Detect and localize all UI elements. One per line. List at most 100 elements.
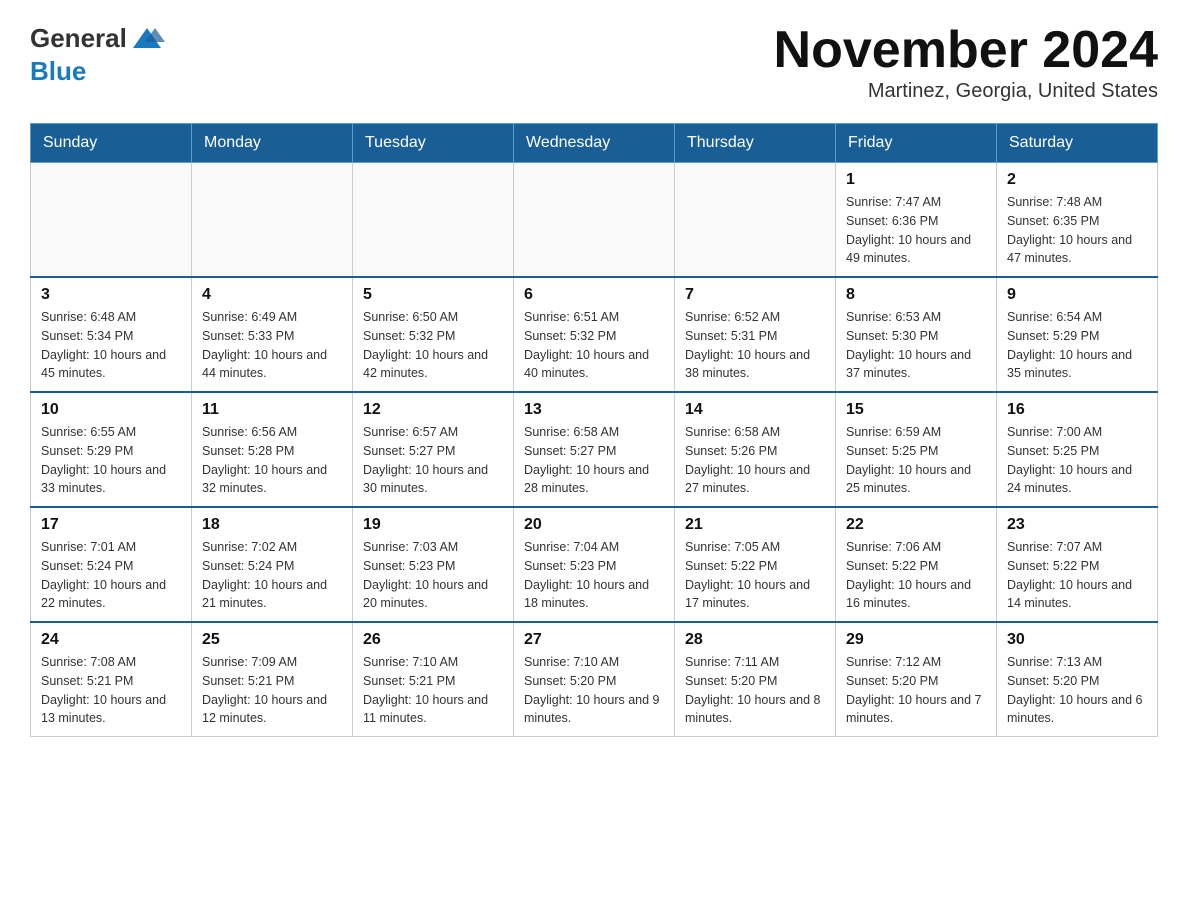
- calendar-cell: [192, 163, 353, 278]
- calendar-cell: 27 Sunrise: 7:10 AM Sunset: 5:20 PM Dayli…: [514, 622, 675, 737]
- calendar-cell: [353, 163, 514, 278]
- calendar-table: SundayMondayTuesdayWednesdayThursdayFrid…: [30, 123, 1158, 737]
- day-number: 2: [1007, 171, 1147, 189]
- day-number: 7: [685, 286, 825, 304]
- day-info: Sunrise: 7:04 AM Sunset: 5:23 PM Dayligh…: [524, 538, 664, 613]
- calendar-cell: 10 Sunrise: 6:55 AM Sunset: 5:29 PM Dayli…: [31, 392, 192, 507]
- day-info: Sunrise: 6:50 AM Sunset: 5:32 PM Dayligh…: [363, 308, 503, 383]
- day-number: 12: [363, 401, 503, 419]
- title-block: November 2024 Martinez, Georgia, United …: [774, 20, 1158, 103]
- day-info: Sunrise: 6:48 AM Sunset: 5:34 PM Dayligh…: [41, 308, 181, 383]
- calendar-cell: 5 Sunrise: 6:50 AM Sunset: 5:32 PM Daylig…: [353, 277, 514, 392]
- calendar-cell: 17 Sunrise: 7:01 AM Sunset: 5:24 PM Dayli…: [31, 507, 192, 622]
- day-number: 26: [363, 631, 503, 649]
- calendar-cell: 13 Sunrise: 6:58 AM Sunset: 5:27 PM Dayli…: [514, 392, 675, 507]
- calendar-cell: [31, 163, 192, 278]
- day-number: 16: [1007, 401, 1147, 419]
- calendar-cell: 18 Sunrise: 7:02 AM Sunset: 5:24 PM Dayli…: [192, 507, 353, 622]
- day-info: Sunrise: 6:51 AM Sunset: 5:32 PM Dayligh…: [524, 308, 664, 383]
- day-number: 6: [524, 286, 664, 304]
- calendar-cell: 8 Sunrise: 6:53 AM Sunset: 5:30 PM Daylig…: [836, 277, 997, 392]
- day-info: Sunrise: 7:10 AM Sunset: 5:20 PM Dayligh…: [524, 653, 664, 728]
- day-info: Sunrise: 6:57 AM Sunset: 5:27 PM Dayligh…: [363, 423, 503, 498]
- day-number: 17: [41, 516, 181, 534]
- day-number: 14: [685, 401, 825, 419]
- day-info: Sunrise: 7:09 AM Sunset: 5:21 PM Dayligh…: [202, 653, 342, 728]
- day-number: 5: [363, 286, 503, 304]
- day-info: Sunrise: 7:01 AM Sunset: 5:24 PM Dayligh…: [41, 538, 181, 613]
- day-info: Sunrise: 7:07 AM Sunset: 5:22 PM Dayligh…: [1007, 538, 1147, 613]
- day-number: 27: [524, 631, 664, 649]
- day-number: 22: [846, 516, 986, 534]
- day-number: 29: [846, 631, 986, 649]
- day-info: Sunrise: 6:55 AM Sunset: 5:29 PM Dayligh…: [41, 423, 181, 498]
- calendar-cell: 29 Sunrise: 7:12 AM Sunset: 5:20 PM Dayli…: [836, 622, 997, 737]
- calendar-cell: 7 Sunrise: 6:52 AM Sunset: 5:31 PM Daylig…: [675, 277, 836, 392]
- calendar-week-row: 24 Sunrise: 7:08 AM Sunset: 5:21 PM Dayli…: [31, 622, 1158, 737]
- day-number: 30: [1007, 631, 1147, 649]
- day-info: Sunrise: 6:52 AM Sunset: 5:31 PM Dayligh…: [685, 308, 825, 383]
- day-info: Sunrise: 7:11 AM Sunset: 5:20 PM Dayligh…: [685, 653, 825, 728]
- day-info: Sunrise: 6:53 AM Sunset: 5:30 PM Dayligh…: [846, 308, 986, 383]
- day-info: Sunrise: 7:08 AM Sunset: 5:21 PM Dayligh…: [41, 653, 181, 728]
- day-info: Sunrise: 7:03 AM Sunset: 5:23 PM Dayligh…: [363, 538, 503, 613]
- day-number: 23: [1007, 516, 1147, 534]
- calendar-cell: [675, 163, 836, 278]
- weekday-header-wednesday: Wednesday: [514, 124, 675, 163]
- calendar-cell: 12 Sunrise: 6:57 AM Sunset: 5:27 PM Dayli…: [353, 392, 514, 507]
- day-info: Sunrise: 7:02 AM Sunset: 5:24 PM Dayligh…: [202, 538, 342, 613]
- month-title: November 2024: [774, 20, 1158, 80]
- calendar-cell: 1Sunrise: 7:47 AM Sunset: 6:36 PM Daylig…: [836, 163, 997, 278]
- day-info: Sunrise: 6:54 AM Sunset: 5:29 PM Dayligh…: [1007, 308, 1147, 383]
- day-info: Sunrise: 6:49 AM Sunset: 5:33 PM Dayligh…: [202, 308, 342, 383]
- day-number: 8: [846, 286, 986, 304]
- calendar-cell: 9 Sunrise: 6:54 AM Sunset: 5:29 PM Daylig…: [997, 277, 1158, 392]
- day-info: Sunrise: 7:12 AM Sunset: 5:20 PM Dayligh…: [846, 653, 986, 728]
- calendar-cell: [514, 163, 675, 278]
- weekday-header-friday: Friday: [836, 124, 997, 163]
- logo-blue-text: Blue: [30, 56, 86, 86]
- calendar-cell: 19 Sunrise: 7:03 AM Sunset: 5:23 PM Dayli…: [353, 507, 514, 622]
- day-number: 10: [41, 401, 181, 419]
- calendar-cell: 15 Sunrise: 6:59 AM Sunset: 5:25 PM Dayli…: [836, 392, 997, 507]
- calendar-cell: 23 Sunrise: 7:07 AM Sunset: 5:22 PM Dayli…: [997, 507, 1158, 622]
- day-number: 13: [524, 401, 664, 419]
- day-number: 20: [524, 516, 664, 534]
- calendar-week-row: 3Sunrise: 6:48 AM Sunset: 5:34 PM Daylig…: [31, 277, 1158, 392]
- day-number: 11: [202, 401, 342, 419]
- day-number: 19: [363, 516, 503, 534]
- day-number: 4: [202, 286, 342, 304]
- calendar-cell: 24 Sunrise: 7:08 AM Sunset: 5:21 PM Dayli…: [31, 622, 192, 737]
- calendar-cell: 3Sunrise: 6:48 AM Sunset: 5:34 PM Daylig…: [31, 277, 192, 392]
- weekday-header-thursday: Thursday: [675, 124, 836, 163]
- day-number: 18: [202, 516, 342, 534]
- day-info: Sunrise: 6:59 AM Sunset: 5:25 PM Dayligh…: [846, 423, 986, 498]
- page-header: General Blue November 2024 Martinez, Geo…: [30, 20, 1158, 103]
- day-number: 24: [41, 631, 181, 649]
- calendar-cell: 4 Sunrise: 6:49 AM Sunset: 5:33 PM Daylig…: [192, 277, 353, 392]
- day-info: Sunrise: 7:06 AM Sunset: 5:22 PM Dayligh…: [846, 538, 986, 613]
- day-info: Sunrise: 6:58 AM Sunset: 5:26 PM Dayligh…: [685, 423, 825, 498]
- day-number: 15: [846, 401, 986, 419]
- weekday-header-row: SundayMondayTuesdayWednesdayThursdayFrid…: [31, 124, 1158, 163]
- location-text: Martinez, Georgia, United States: [774, 80, 1158, 103]
- weekday-header-monday: Monday: [192, 124, 353, 163]
- calendar-cell: 6 Sunrise: 6:51 AM Sunset: 5:32 PM Daylig…: [514, 277, 675, 392]
- day-info: Sunrise: 7:13 AM Sunset: 5:20 PM Dayligh…: [1007, 653, 1147, 728]
- weekday-header-tuesday: Tuesday: [353, 124, 514, 163]
- day-info: Sunrise: 7:48 AM Sunset: 6:35 PM Dayligh…: [1007, 193, 1147, 268]
- calendar-week-row: 1Sunrise: 7:47 AM Sunset: 6:36 PM Daylig…: [31, 163, 1158, 278]
- calendar-week-row: 10 Sunrise: 6:55 AM Sunset: 5:29 PM Dayli…: [31, 392, 1158, 507]
- calendar-cell: 2 Sunrise: 7:48 AM Sunset: 6:35 PM Daylig…: [997, 163, 1158, 278]
- calendar-cell: 28 Sunrise: 7:11 AM Sunset: 5:20 PM Dayli…: [675, 622, 836, 737]
- day-number: 28: [685, 631, 825, 649]
- day-number: 9: [1007, 286, 1147, 304]
- logo-icon: [129, 20, 165, 56]
- calendar-cell: 30 Sunrise: 7:13 AM Sunset: 5:20 PM Dayli…: [997, 622, 1158, 737]
- calendar-cell: 11Sunrise: 6:56 AM Sunset: 5:28 PM Dayli…: [192, 392, 353, 507]
- day-info: Sunrise: 7:00 AM Sunset: 5:25 PM Dayligh…: [1007, 423, 1147, 498]
- logo: General Blue: [30, 20, 165, 87]
- day-info: Sunrise: 6:58 AM Sunset: 5:27 PM Dayligh…: [524, 423, 664, 498]
- calendar-cell: 22 Sunrise: 7:06 AM Sunset: 5:22 PM Dayli…: [836, 507, 997, 622]
- day-number: 1: [846, 171, 986, 189]
